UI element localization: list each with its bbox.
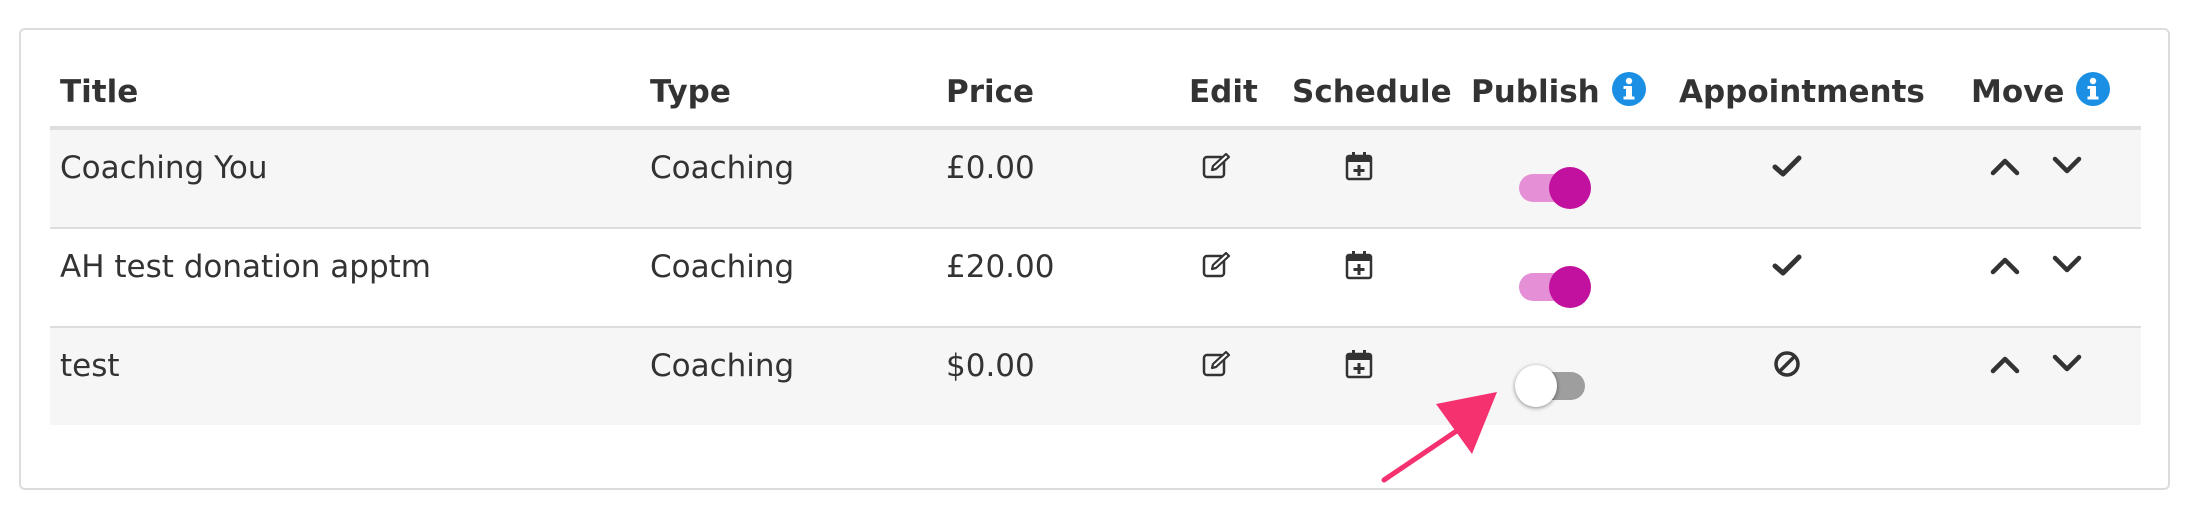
row-price: $0.00 [946, 348, 1035, 384]
row-title: test [60, 348, 120, 384]
header-move-label: Move [1971, 74, 2065, 110]
move-info-icon[interactable] [2076, 72, 2111, 106]
header-edit: Edit [1189, 74, 1258, 110]
header-move: Move [1971, 70, 2111, 114]
schedule-calendar-plus-icon[interactable] [1343, 249, 1375, 281]
move-up-icon[interactable] [1989, 150, 2021, 182]
schedule-calendar-plus-icon[interactable] [1343, 150, 1375, 182]
schedule-calendar-plus-icon[interactable] [1343, 348, 1375, 380]
table-row: AH test donation apptm Coaching £20.00 [50, 229, 2141, 328]
row-title: Coaching You [60, 150, 268, 186]
publish-toggle-knob [1549, 167, 1591, 209]
header-title: Title [60, 74, 139, 110]
ban-icon [1771, 348, 1803, 380]
edit-icon[interactable] [1201, 348, 1233, 380]
header-price: Price [946, 74, 1035, 110]
move-down-icon[interactable] [2051, 249, 2083, 281]
header-appointments: Appointments [1679, 74, 1925, 110]
edit-icon[interactable] [1201, 150, 1233, 182]
move-up-icon[interactable] [1989, 249, 2021, 281]
row-type: Coaching [650, 249, 795, 285]
header-publish-label: Publish [1471, 74, 1600, 110]
table-row: test Coaching $0.00 [50, 328, 2141, 425]
row-title: AH test donation apptm [60, 249, 431, 285]
publish-toggle-knob [1515, 365, 1557, 407]
publish-toggle-knob [1549, 266, 1591, 308]
services-table: Title Type Price Edit Schedule Publish A… [50, 70, 2141, 425]
publish-info-icon[interactable] [1611, 72, 1646, 106]
table-row: Coaching You Coaching £0.00 [50, 130, 2141, 229]
check-icon [1771, 150, 1803, 182]
header-type: Type [650, 74, 731, 110]
annotation-arrow-icon [1381, 392, 1497, 483]
header-publish: Publish [1471, 70, 1646, 114]
row-price: £0.00 [946, 150, 1035, 186]
publish-toggle[interactable] [1515, 263, 1591, 308]
publish-toggle[interactable] [1515, 362, 1589, 407]
row-price: £20.00 [946, 249, 1055, 285]
publish-toggle[interactable] [1515, 164, 1591, 209]
move-down-icon[interactable] [2051, 150, 2083, 182]
row-type: Coaching [650, 150, 795, 186]
move-up-icon[interactable] [1989, 348, 2021, 380]
header-schedule: Schedule [1292, 74, 1452, 110]
edit-icon[interactable] [1201, 249, 1233, 281]
row-type: Coaching [650, 348, 795, 384]
table-header: Title Type Price Edit Schedule Publish A… [50, 70, 2141, 130]
move-down-icon[interactable] [2051, 348, 2083, 380]
check-icon [1771, 249, 1803, 281]
